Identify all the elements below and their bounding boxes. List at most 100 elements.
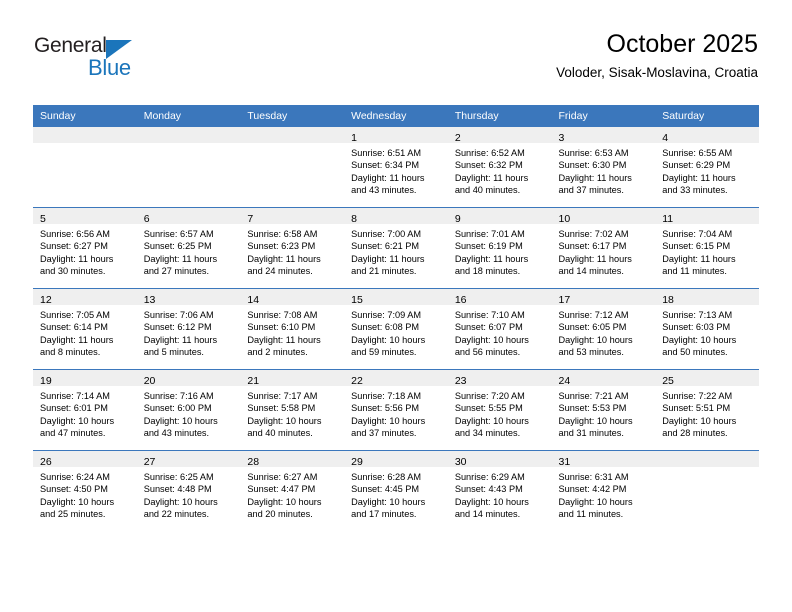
day-cell[interactable]: 1 Sunrise: 6:51 AM Sunset: 6:34 PM Daylight… (344, 127, 448, 208)
daylight-text-line2: and 33 minutes. (662, 184, 728, 195)
day-number-strip: 16 (447, 289, 552, 306)
day-number: 10 (558, 213, 571, 225)
day-cell-empty (136, 127, 241, 208)
sunrise-text: Sunrise: 7:16 AM (143, 391, 214, 401)
day-cell[interactable]: 20 Sunrise: 7:16 AM Sunset: 6:00 PM Dayligh… (136, 369, 241, 451)
day-cell-body: Sunrise: 6:57 AM Sunset: 6:25 PM Daylight:… (137, 224, 241, 277)
day-cell[interactable]: 3 Sunrise: 6:53 AM Sunset: 6:30 PM Daylight… (551, 127, 656, 208)
day-cell-body: Sunrise: 7:02 AM Sunset: 6:17 PM Daylight:… (552, 224, 656, 277)
day-cell[interactable]: 5 Sunrise: 6:56 AM Sunset: 6:27 PM Daylight… (33, 207, 137, 289)
day-cell[interactable]: 17 Sunrise: 7:12 AM Sunset: 6:05 PM Dayligh… (551, 288, 656, 370)
day-number: 5 (40, 213, 46, 225)
day-cell[interactable]: 19 Sunrise: 7:14 AM Sunset: 6:01 PM Dayligh… (33, 369, 137, 451)
day-cell-body: Sunrise: 7:20 AM Sunset: 5:55 PM Daylight:… (448, 386, 552, 439)
day-cell[interactable]: 6 Sunrise: 6:57 AM Sunset: 6:25 PM Daylight… (136, 207, 241, 289)
day-cell[interactable]: 16 Sunrise: 7:10 AM Sunset: 6:07 PM Dayligh… (447, 288, 552, 370)
day-number: 30 (454, 456, 467, 468)
calendar-header-row: Sunday Monday Tuesday Wednesday Thursday… (33, 105, 759, 127)
day-cell-body: Sunrise: 7:06 AM Sunset: 6:12 PM Daylight:… (137, 305, 241, 358)
sunrise-text: Sunrise: 7:06 AM (143, 310, 214, 320)
day-number-strip (655, 451, 759, 467)
sunrise-text: Sunrise: 6:24 AM (40, 472, 110, 482)
page-header: General Blue October 2025 Voloder, Sisak… (0, 0, 792, 100)
day-number: 27 (143, 456, 156, 468)
daylight-text-line1: Daylight: 10 hours (454, 496, 529, 507)
day-number: 16 (454, 294, 467, 306)
daylight-text-line1: Daylight: 11 hours (40, 253, 114, 264)
day-cell[interactable]: 12 Sunrise: 7:05 AM Sunset: 6:14 PM Dayligh… (33, 288, 137, 370)
day-number: 3 (558, 132, 565, 144)
daylight-text-line2: and 30 minutes. (40, 265, 106, 276)
day-cell[interactable]: 25 Sunrise: 7:22 AM Sunset: 5:51 PM Dayligh… (655, 369, 759, 451)
day-number-strip: 2 (447, 127, 552, 144)
day-cell-body: Sunrise: 7:18 AM Sunset: 5:56 PM Daylight:… (344, 386, 448, 439)
day-number: 6 (143, 213, 150, 225)
daylight-text-line2: and 37 minutes. (351, 427, 417, 438)
calendar-body: 1 Sunrise: 6:51 AM Sunset: 6:34 PM Daylight… (33, 127, 759, 531)
daylight-text-line1: Daylight: 10 hours (143, 415, 218, 426)
day-cell[interactable]: 22 Sunrise: 7:18 AM Sunset: 5:56 PM Dayligh… (344, 369, 448, 451)
daylight-text-line2: and 53 minutes. (558, 346, 624, 357)
sunrise-text: Sunrise: 7:04 AM (662, 229, 733, 239)
daylight-text-line1: Daylight: 10 hours (558, 496, 633, 507)
sunset-text: Sunset: 6:14 PM (40, 322, 108, 333)
day-cell[interactable]: 15 Sunrise: 7:09 AM Sunset: 6:08 PM Dayligh… (344, 288, 448, 370)
day-cell[interactable]: 10 Sunrise: 7:02 AM Sunset: 6:17 PM Dayligh… (551, 207, 656, 289)
day-cell-body: Sunrise: 7:21 AM Sunset: 5:53 PM Daylight:… (552, 386, 656, 439)
sunrise-text: Sunrise: 6:29 AM (454, 472, 525, 482)
calendar-week-row: 19 Sunrise: 7:14 AM Sunset: 6:01 PM Dayligh… (33, 369, 759, 451)
day-cell[interactable]: 27 Sunrise: 6:25 AM Sunset: 4:48 PM Dayligh… (136, 450, 241, 531)
sunrise-text: Sunrise: 7:02 AM (558, 229, 629, 239)
sunset-text: Sunset: 6:03 PM (662, 322, 731, 333)
day-cell[interactable]: 26 Sunrise: 6:24 AM Sunset: 4:50 PM Dayligh… (33, 450, 137, 531)
sunrise-text: Sunrise: 7:00 AM (351, 229, 422, 239)
day-cell[interactable]: 24 Sunrise: 7:21 AM Sunset: 5:53 PM Dayligh… (551, 369, 656, 451)
day-number: 18 (662, 294, 674, 306)
day-number-strip: 6 (136, 208, 241, 225)
daylight-text-line2: and 40 minutes. (247, 427, 313, 438)
day-cell[interactable]: 4 Sunrise: 6:55 AM Sunset: 6:29 PM Daylight… (655, 127, 759, 208)
daylight-text-line1: Daylight: 10 hours (143, 496, 218, 507)
day-cell[interactable]: 18 Sunrise: 7:13 AM Sunset: 6:03 PM Dayligh… (655, 288, 759, 370)
day-cell[interactable]: 23 Sunrise: 7:20 AM Sunset: 5:55 PM Dayligh… (447, 369, 552, 451)
daylight-text-line2: and 56 minutes. (454, 346, 521, 357)
day-cell[interactable]: 14 Sunrise: 7:08 AM Sunset: 6:10 PM Dayligh… (240, 288, 345, 370)
daylight-text-line2: and 27 minutes. (143, 265, 210, 276)
day-cell[interactable]: 31 Sunrise: 6:31 AM Sunset: 4:42 PM Dayligh… (551, 450, 656, 531)
sunrise-text: Sunrise: 7:01 AM (454, 229, 525, 239)
calendar-table: Sunday Monday Tuesday Wednesday Thursday… (33, 105, 759, 531)
day-cell[interactable]: 11 Sunrise: 7:04 AM Sunset: 6:15 PM Dayligh… (655, 207, 759, 289)
day-cell[interactable]: 28 Sunrise: 6:27 AM Sunset: 4:47 PM Dayligh… (240, 450, 345, 531)
day-cell-body: Sunrise: 7:09 AM Sunset: 6:08 PM Daylight:… (344, 305, 448, 358)
day-cell[interactable]: 7 Sunrise: 6:58 AM Sunset: 6:23 PM Daylight… (240, 207, 345, 289)
sunrise-text: Sunrise: 6:27 AM (247, 472, 318, 482)
sunset-text: Sunset: 4:42 PM (558, 484, 627, 495)
day-number-strip: 14 (240, 289, 345, 306)
daylight-text-line2: and 47 minutes. (40, 427, 106, 438)
daylight-text-line2: and 11 minutes. (662, 265, 727, 276)
day-cell[interactable]: 29 Sunrise: 6:28 AM Sunset: 4:45 PM Dayligh… (344, 450, 448, 531)
day-number: 24 (558, 375, 571, 387)
day-cell[interactable]: 21 Sunrise: 7:17 AM Sunset: 5:58 PM Dayligh… (240, 369, 345, 451)
day-cell-empty (240, 127, 345, 208)
day-cell[interactable]: 8 Sunrise: 7:00 AM Sunset: 6:21 PM Daylight… (344, 207, 448, 289)
day-cell-body: Sunrise: 6:51 AM Sunset: 6:34 PM Daylight:… (344, 143, 448, 196)
daylight-text-line1: Daylight: 11 hours (247, 253, 321, 264)
day-cell-empty (655, 450, 759, 531)
day-cell[interactable]: 13 Sunrise: 7:06 AM Sunset: 6:12 PM Dayligh… (136, 288, 241, 370)
sunrise-text: Sunrise: 7:09 AM (351, 310, 422, 320)
daylight-text-line2: and 22 minutes. (143, 508, 210, 519)
calendar-week-row: 12 Sunrise: 7:05 AM Sunset: 6:14 PM Dayligh… (33, 288, 759, 370)
day-number-strip: 7 (240, 208, 345, 225)
daylight-text-line1: Daylight: 10 hours (247, 496, 322, 507)
day-number: 8 (351, 213, 357, 225)
day-cell-body: Sunrise: 7:00 AM Sunset: 6:21 PM Daylight:… (344, 224, 448, 277)
day-cell[interactable]: 2 Sunrise: 6:52 AM Sunset: 6:32 PM Daylight… (447, 127, 552, 208)
sunset-text: Sunset: 6:30 PM (558, 160, 627, 171)
calendar-week-row: 26 Sunrise: 6:24 AM Sunset: 4:50 PM Dayligh… (33, 450, 759, 531)
day-cell[interactable]: 9 Sunrise: 7:01 AM Sunset: 6:19 PM Daylight… (447, 207, 552, 289)
daylight-text-line2: and 14 minutes. (454, 508, 521, 519)
day-number-strip (136, 127, 241, 143)
day-cell[interactable]: 30 Sunrise: 6:29 AM Sunset: 4:43 PM Dayligh… (447, 450, 552, 531)
weekday-header-friday: Friday (551, 105, 656, 127)
